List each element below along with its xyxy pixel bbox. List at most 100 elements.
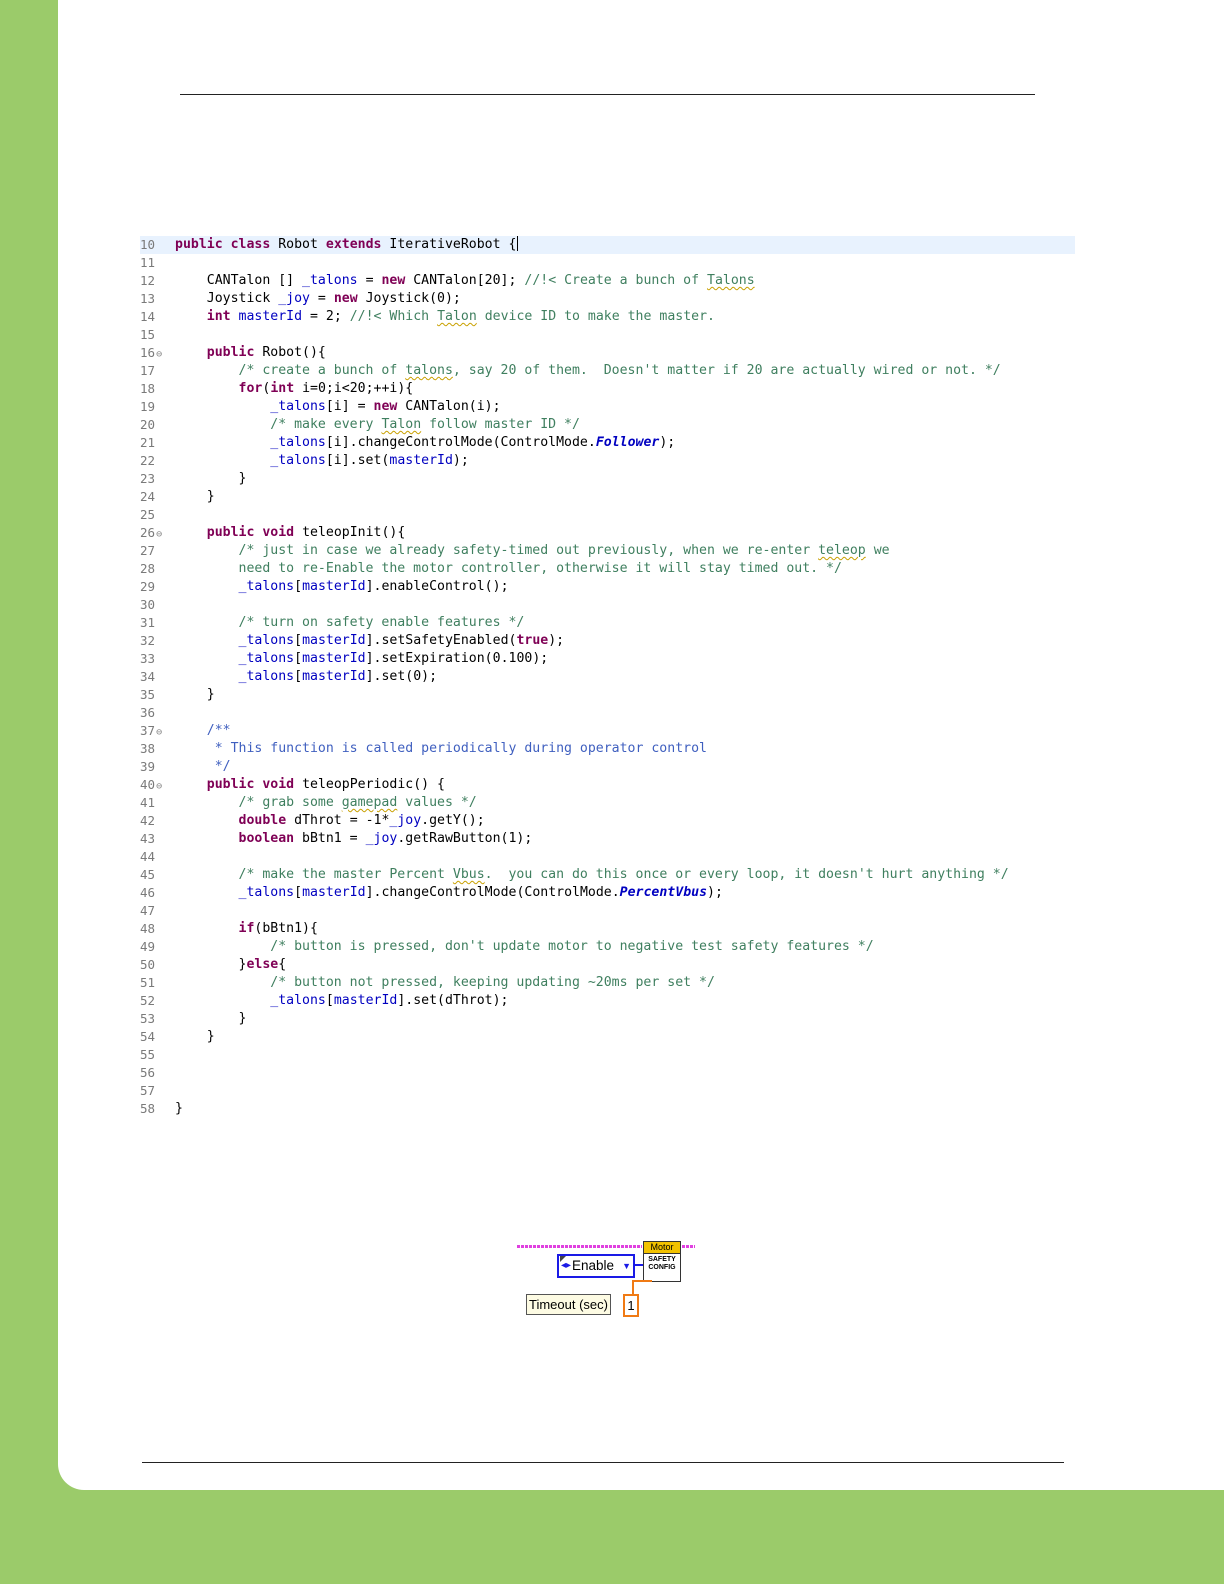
code-token: .getRawButton(1); bbox=[397, 831, 533, 846]
code-line: 28 need to re-Enable the motor controlle… bbox=[140, 560, 1075, 578]
code-token: public bbox=[175, 237, 223, 252]
code-text: /* grab some gamepad values */ bbox=[175, 794, 477, 812]
line-number-text: 49 bbox=[140, 939, 156, 954]
code-token: public bbox=[206, 525, 255, 540]
vi-body: SAFETY CONFIG bbox=[644, 1254, 680, 1272]
code-token: masterId bbox=[302, 669, 366, 684]
fold-toggle-icon[interactable]: ⊖ bbox=[156, 781, 162, 792]
line-number-text: 44 bbox=[140, 849, 156, 864]
code-line: 40⊖ public void teleopPeriodic() { bbox=[140, 776, 1075, 794]
code-text: /* turn on safety enable features */ bbox=[175, 614, 525, 632]
timeout-constant[interactable]: 1 bbox=[623, 1294, 639, 1317]
code-token: = 2; bbox=[302, 309, 350, 324]
code-token: } bbox=[175, 1101, 183, 1116]
line-number-text: 56 bbox=[140, 1065, 156, 1080]
code-token: gamepad bbox=[341, 795, 398, 810]
line-number: 50 bbox=[140, 956, 174, 974]
line-number-text: 15 bbox=[140, 327, 156, 342]
code-token: /* turn on safety enable features */ bbox=[175, 615, 525, 630]
line-number: 49 bbox=[140, 938, 174, 956]
error-cluster-wire bbox=[517, 1245, 642, 1248]
code-token: talons bbox=[405, 363, 453, 378]
code-token: ); bbox=[707, 885, 723, 900]
line-number: 12 bbox=[140, 272, 174, 290]
code-token: } bbox=[175, 957, 247, 972]
code-text: } bbox=[175, 1100, 183, 1118]
line-number-text: 13 bbox=[140, 291, 156, 306]
fold-toggle-icon[interactable]: ⊖ bbox=[156, 727, 162, 738]
fold-toggle-icon[interactable]: ⊖ bbox=[156, 529, 162, 540]
line-number-text: 30 bbox=[140, 597, 156, 612]
code-text: _talons[i].changeControlMode(ControlMode… bbox=[175, 434, 675, 452]
line-number-text: 43 bbox=[140, 831, 156, 846]
code-token: double bbox=[238, 813, 287, 828]
line-number: 29 bbox=[140, 578, 174, 596]
code-token: } bbox=[175, 489, 215, 504]
code-line: 12 CANTalon [] _talons = new CANTalon[20… bbox=[140, 272, 1075, 290]
code-line: 56 bbox=[140, 1064, 1075, 1082]
line-number-text: 38 bbox=[140, 741, 156, 756]
line-number: 55 bbox=[140, 1046, 174, 1064]
code-token: .getY(); bbox=[421, 813, 485, 828]
line-number: 48 bbox=[140, 920, 174, 938]
code-line: 30 bbox=[140, 596, 1075, 614]
code-text: _talons[masterId].setExpiration(0.100); bbox=[175, 650, 549, 668]
code-token: teleop bbox=[818, 543, 866, 558]
code-text: for(int i=0;i<20;++i){ bbox=[175, 380, 414, 398]
timeout-wire-h bbox=[632, 1280, 652, 1282]
line-number: 39 bbox=[140, 758, 174, 776]
line-number: 35 bbox=[140, 686, 174, 704]
line-number-text: 41 bbox=[140, 795, 156, 810]
line-number-text: 21 bbox=[140, 435, 156, 450]
line-number: 25 bbox=[140, 506, 174, 524]
line-number-text: 51 bbox=[140, 975, 156, 990]
code-token: device ID to make the master. bbox=[476, 309, 715, 324]
code-token: [ bbox=[294, 579, 303, 594]
line-number-text: 34 bbox=[140, 669, 156, 684]
code-token: int bbox=[270, 381, 295, 396]
code-line: 41 /* grab some gamepad values */ bbox=[140, 794, 1075, 812]
dropdown-arrow-icon[interactable]: ▼ bbox=[622, 1256, 631, 1276]
line-number-text: 53 bbox=[140, 1011, 156, 1026]
text-caret bbox=[517, 236, 519, 251]
code-token: _talons bbox=[238, 633, 295, 648]
code-line: 18 for(int i=0;i<20;++i){ bbox=[140, 380, 1075, 398]
line-number: 52 bbox=[140, 992, 174, 1010]
code-token: masterId bbox=[333, 993, 398, 1008]
motor-safety-config-vi[interactable]: Motor SAFETY CONFIG bbox=[643, 1241, 681, 1282]
code-token: _talons bbox=[238, 651, 295, 666]
code-token: = bbox=[357, 273, 382, 288]
code-token: i=0;i<20;++i){ bbox=[294, 381, 414, 396]
line-number-text: 28 bbox=[140, 561, 156, 576]
code-text: * This function is called periodically d… bbox=[175, 740, 707, 758]
code-token: } bbox=[175, 471, 247, 486]
timeout-wire-v bbox=[632, 1280, 634, 1294]
code-token: [ bbox=[294, 669, 303, 684]
code-token: } bbox=[175, 1011, 247, 1026]
code-token: (bBtn1){ bbox=[254, 921, 318, 936]
code-text: */ bbox=[175, 758, 231, 776]
enable-enum-constant[interactable]: ◂▸ Enable ▼ bbox=[557, 1254, 635, 1278]
line-number: 19 bbox=[140, 398, 174, 416]
code-token: [ bbox=[294, 651, 303, 666]
code-token: _talons bbox=[238, 885, 295, 900]
line-number: 14 bbox=[140, 308, 174, 326]
code-token: ].setExpiration(0.100); bbox=[365, 651, 549, 666]
code-line: 19 _talons[i] = new CANTalon(i); bbox=[140, 398, 1075, 416]
code-line: 32 _talons[masterId].setSafetyEnabled(tr… bbox=[140, 632, 1075, 650]
line-number-text: 58 bbox=[140, 1101, 156, 1116]
fold-toggle-icon[interactable]: ⊖ bbox=[156, 349, 162, 360]
code-text: /* button is pressed, don't update motor… bbox=[175, 938, 873, 956]
line-number-text: 54 bbox=[140, 1029, 156, 1044]
line-number-text: 19 bbox=[140, 399, 156, 414]
code-line: 55 bbox=[140, 1046, 1075, 1064]
code-line: 48 if(bBtn1){ bbox=[140, 920, 1075, 938]
